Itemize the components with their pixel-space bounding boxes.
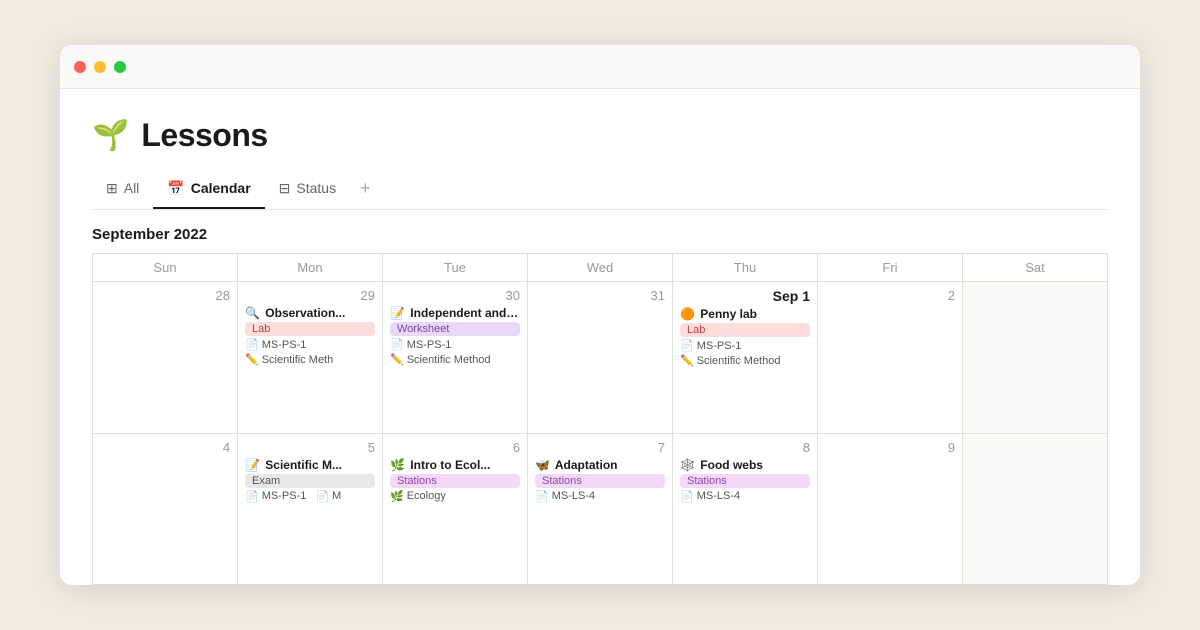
cell-6: 6 🌿 Intro to Ecol... Stations 🌿 Ecology [383, 434, 528, 586]
event-meta-foodwebs: 📄 MS-LS-4 [680, 490, 810, 503]
tab-calendar-label: Calendar [191, 180, 251, 196]
day-header-sun: Sun [93, 254, 238, 282]
calendar-grid: Sun Mon Tue Wed Thu Fri Sat 28 [92, 253, 1108, 585]
all-icon: ⊞ [106, 180, 118, 197]
tabs-bar: ⊞ All 📅 Calendar ⊟ Status + [92, 170, 1108, 210]
event-meta-penny: 📄 MS-PS-1 [680, 339, 810, 352]
tab-status[interactable]: ⊟ Status [265, 172, 350, 209]
badge-worksheet-1: Worksheet [390, 322, 520, 336]
date-sep1: Sep 1 [680, 288, 810, 304]
calendar-row-1: 28 29 🔍 Observation... Lab 📄 MS-PS-1 [93, 282, 1108, 434]
calendar-rows: 28 29 🔍 Observation... Lab 📄 MS-PS-1 [93, 282, 1108, 585]
event-meta-independent-tag: ✏️ Scientific Method [390, 353, 520, 366]
event-food-webs[interactable]: 🕸️ Food webs Stations 📄 MS-LS-4 [680, 458, 810, 503]
event-title-observation: 🔍 Observation... [245, 306, 375, 320]
cell-8: 8 🕸️ Food webs Stations 📄 MS-LS-4 [673, 434, 818, 586]
day-header-tue: Tue [383, 254, 528, 282]
day-header-thu: Thu [673, 254, 818, 282]
event-observation[interactable]: 🔍 Observation... Lab 📄 MS-PS-1 ✏️ Scient… [245, 306, 375, 366]
page-header: 🌱 Lessons [92, 89, 1108, 170]
date-31: 31 [535, 288, 665, 303]
cell-2: 2 [818, 282, 963, 434]
date-5: 5 [245, 440, 375, 455]
event-meta-independent: 📄 MS-PS-1 [390, 338, 520, 351]
date-29: 29 [245, 288, 375, 303]
close-button[interactable] [74, 61, 86, 73]
day-header-fri: Fri [818, 254, 963, 282]
cell-sat-2 [963, 434, 1108, 586]
cell-30: 30 📝 Independent and dependent vari... W… [383, 282, 528, 434]
event-title-independent: 📝 Independent and dependent vari... [390, 306, 520, 320]
main-content: 🌱 Lessons ⊞ All 📅 Calendar ⊟ Status + Se… [60, 89, 1140, 585]
tab-status-label: Status [296, 180, 336, 196]
tab-all-label: All [124, 180, 140, 196]
event-title-foodwebs: 🕸️ Food webs [680, 458, 810, 472]
badge-exam-1: Exam [245, 474, 375, 488]
cell-28: 28 [93, 282, 238, 434]
event-meta-intro: 🌿 Ecology [390, 490, 520, 503]
app-window: 🌱 Lessons ⊞ All 📅 Calendar ⊟ Status + Se… [60, 45, 1140, 585]
cell-7: 7 🦋 Adaptation Stations 📄 MS-LS-4 [528, 434, 673, 586]
day-header-mon: Mon [238, 254, 383, 282]
add-tab-button[interactable]: + [350, 170, 381, 209]
event-meta-adaptation: 📄 MS-LS-4 [535, 490, 665, 503]
date-2: 2 [825, 288, 955, 303]
badge-lab-2: Lab [680, 323, 810, 337]
month-header: September 2022 [92, 210, 1108, 253]
event-title-penny: 🟠 Penny lab [680, 307, 810, 321]
page-icon: 🌱 [92, 118, 129, 153]
event-title-scientific: 📝 Scientific M... [245, 458, 375, 472]
event-title-adaptation: 🦋 Adaptation [535, 458, 665, 472]
titlebar [60, 45, 1140, 89]
cell-4: 4 [93, 434, 238, 586]
badge-stations-1: Stations [390, 474, 520, 488]
calendar-icon: 📅 [167, 180, 184, 197]
event-meta-scientific: 📄 MS-PS-1 📄 M [245, 490, 375, 503]
cell-9: 9 [818, 434, 963, 586]
cell-sat-1 [963, 282, 1108, 434]
calendar-section: September 2022 Sun Mon Tue Wed Thu Fri S… [92, 210, 1108, 585]
badge-lab-1: Lab [245, 322, 375, 336]
date-4: 4 [100, 440, 230, 455]
event-independent[interactable]: 📝 Independent and dependent vari... Work… [390, 306, 520, 366]
maximize-button[interactable] [114, 61, 126, 73]
badge-stations-3: Stations [680, 474, 810, 488]
date-9: 9 [825, 440, 955, 455]
event-intro-ecology[interactable]: 🌿 Intro to Ecol... Stations 🌿 Ecology [390, 458, 520, 503]
status-icon: ⊟ [279, 180, 291, 197]
minimize-button[interactable] [94, 61, 106, 73]
badge-stations-2: Stations [535, 474, 665, 488]
date-30: 30 [390, 288, 520, 303]
event-meta-observation: 📄 MS-PS-1 [245, 338, 375, 351]
event-adaptation[interactable]: 🦋 Adaptation Stations 📄 MS-LS-4 [535, 458, 665, 503]
day-headers-row: Sun Mon Tue Wed Thu Fri Sat [93, 254, 1108, 282]
date-6: 6 [390, 440, 520, 455]
event-penny[interactable]: 🟠 Penny lab Lab 📄 MS-PS-1 ✏️ Scientific … [680, 307, 810, 367]
date-7: 7 [535, 440, 665, 455]
event-meta-observation-tag: ✏️ Scientific Meth [245, 353, 375, 366]
calendar-row-2: 4 5 📝 Scientific M... Exam 📄 MS-PS-1 📄 M [93, 434, 1108, 586]
event-scientific-method[interactable]: 📝 Scientific M... Exam 📄 MS-PS-1 📄 M [245, 458, 375, 503]
event-title-intro: 🌿 Intro to Ecol... [390, 458, 520, 472]
date-8: 8 [680, 440, 810, 455]
day-header-sat: Sat [963, 254, 1108, 282]
tab-all[interactable]: ⊞ All [92, 172, 153, 209]
cell-31: 31 [528, 282, 673, 434]
event-meta-penny-tag: ✏️ Scientific Method [680, 354, 810, 367]
date-28: 28 [100, 288, 230, 303]
cell-sep1: Sep 1 🟠 Penny lab Lab 📄 MS-PS-1 ✏️ Scien… [673, 282, 818, 434]
cell-29: 29 🔍 Observation... Lab 📄 MS-PS-1 ✏️ Sci… [238, 282, 383, 434]
tab-calendar[interactable]: 📅 Calendar [153, 172, 264, 209]
cell-5: 5 📝 Scientific M... Exam 📄 MS-PS-1 📄 M [238, 434, 383, 586]
page-title: Lessons [141, 117, 267, 154]
day-header-wed: Wed [528, 254, 673, 282]
